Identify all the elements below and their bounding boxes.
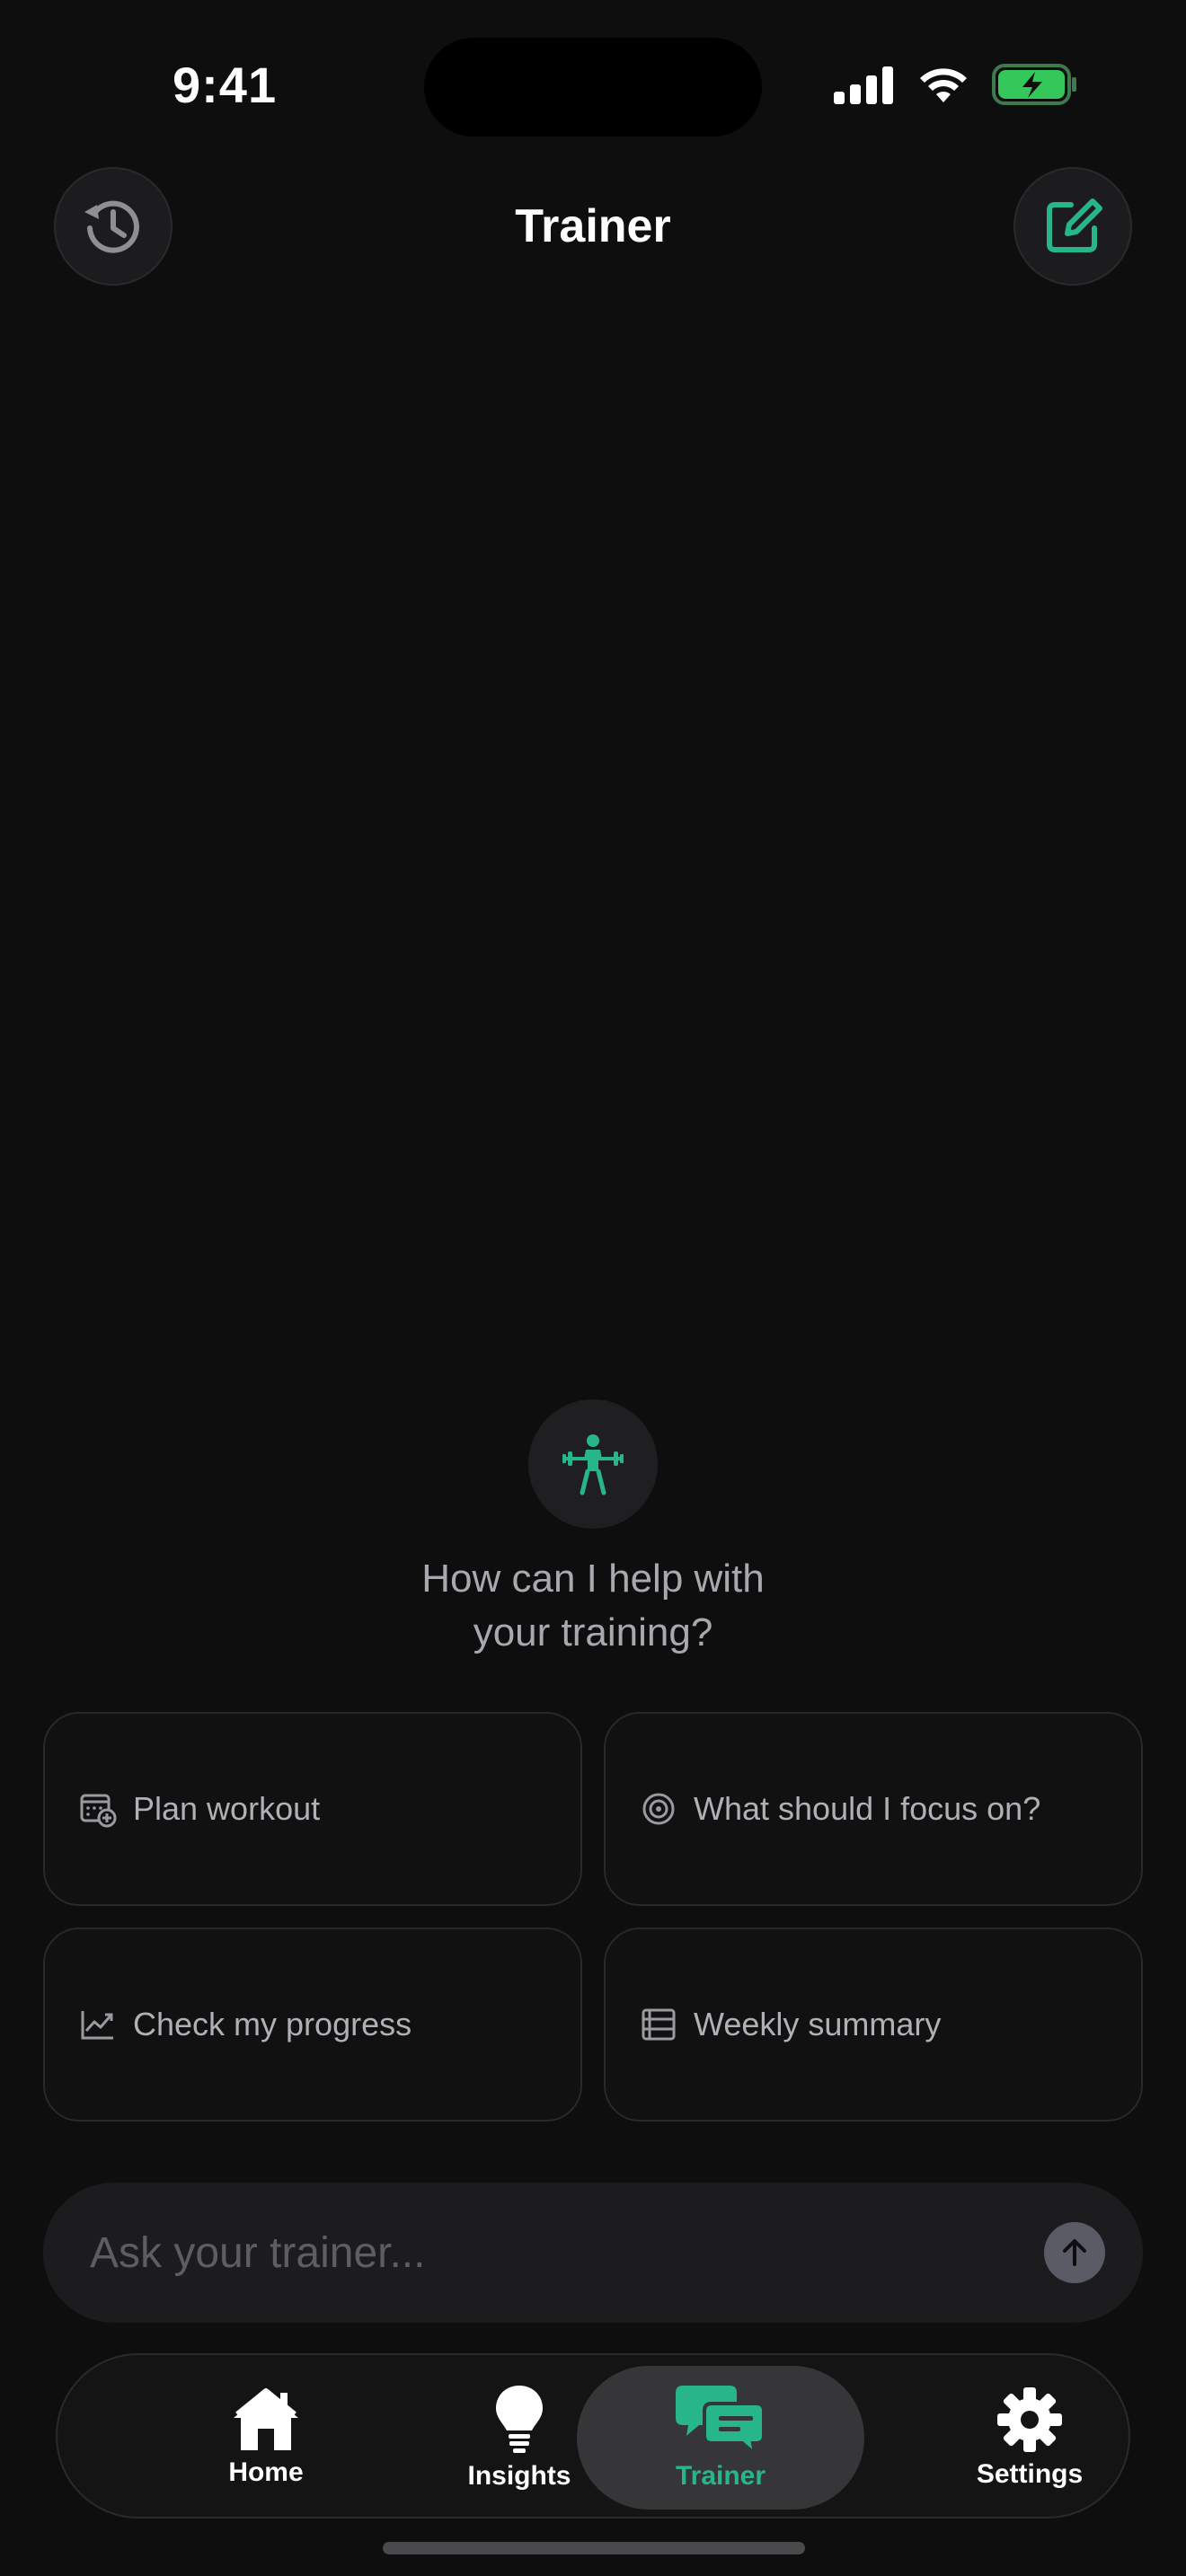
status-icons [832, 63, 1078, 106]
chat-bubbles-icon [676, 2386, 766, 2456]
gear-icon [997, 2387, 1062, 2452]
new-chat-button[interactable] [1013, 167, 1132, 286]
tab-trainer[interactable]: Trainer [577, 2366, 864, 2510]
tab-label: Trainer [675, 2461, 766, 2491]
status-time: 9:41 [173, 57, 278, 113]
suggestion-plan-workout[interactable]: Plan workout [43, 1712, 582, 1906]
tab-bar: Home Insights Trainer Settings [56, 2353, 1130, 2519]
tab-settings[interactable]: Settings [886, 2366, 1173, 2510]
cellular-signal-icon [834, 66, 893, 104]
battery-charging-icon [992, 64, 1076, 105]
trend-chart-icon [79, 2006, 117, 2043]
suggestion-progress[interactable]: Check my progress [43, 1928, 582, 2122]
help-heading-line-1: How can I help with [421, 1557, 765, 1601]
help-heading: How can I help with your training? [0, 1552, 1186, 1660]
page-title: Trainer [515, 200, 671, 252]
wifi-icon [920, 68, 967, 102]
suggestion-label: Plan workout [133, 1790, 321, 1827]
tab-label: Insights [467, 2461, 571, 2491]
help-heading-line-2: your training? [473, 1610, 713, 1654]
tab-label: Home [228, 2457, 304, 2487]
tab-label: Settings [976, 2459, 1084, 2489]
compose-icon [1047, 198, 1102, 252]
suggestion-label: Check my progress [133, 2006, 412, 2042]
calendar-add-icon [79, 1790, 117, 1828]
tab-home[interactable]: Home [122, 2366, 410, 2510]
lightbulb-icon [496, 2386, 543, 2453]
suggestion-label: Weekly summary [694, 2006, 942, 2042]
home-indicator [383, 2542, 805, 2554]
suggestion-weekly-summary[interactable]: Weekly summary [604, 1928, 1143, 2122]
weightlifter-icon [562, 1434, 624, 1495]
trainer-avatar [528, 1399, 658, 1529]
list-summary-icon [640, 2006, 677, 2043]
send-button[interactable] [1044, 2222, 1105, 2283]
suggestion-label: What should I focus on? [694, 1790, 1041, 1827]
ask-trainer-input[interactable] [90, 2228, 1044, 2278]
arrow-up-icon [1063, 2239, 1086, 2266]
composer [43, 2183, 1143, 2323]
target-icon [640, 1790, 677, 1828]
trainer-screen: 9:41 Trainer How can I help with your tr… [0, 0, 1186, 2576]
suggestion-focus[interactable]: What should I focus on? [604, 1712, 1143, 1906]
dynamic-island [424, 38, 762, 137]
house-icon [234, 2388, 298, 2450]
